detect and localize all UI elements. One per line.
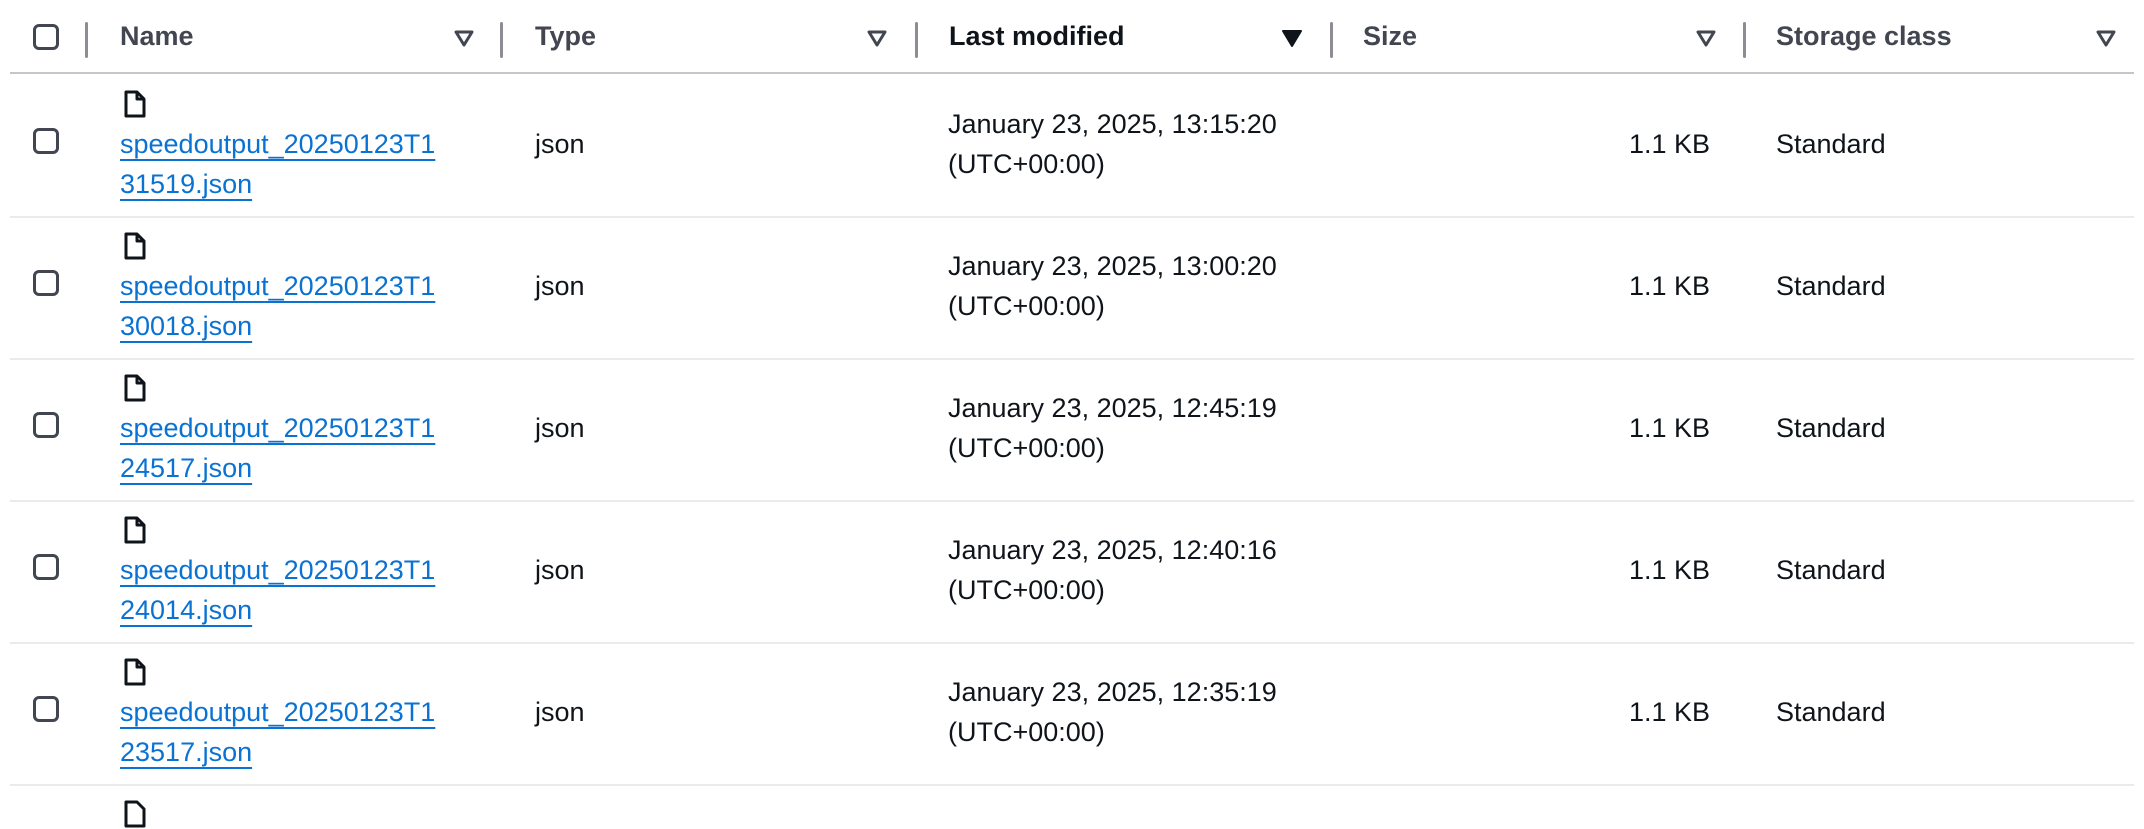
sort-caret-icon[interactable] [453,28,475,48]
column-divider[interactable] [85,22,88,58]
object-type: json [535,697,585,727]
column-header-last-modified[interactable]: Last modified [949,0,1125,72]
column-divider[interactable] [1743,22,1746,58]
object-name-link[interactable]: speedoutput_20250123T1 31519.json [120,124,480,204]
column-header-storage-class[interactable]: Storage class [1776,0,1952,72]
sort-descending-icon[interactable] [1281,28,1303,48]
object-name-line2: 30018.json [120,311,253,341]
object-last-modified: January 23, 2025, 12:35:19 (UTC+00:00) [948,672,1277,752]
last-modified-timezone: (UTC+00:00) [948,575,1105,605]
file-icon [124,374,146,402]
last-modified-date: January 23, 2025, 13:00:20 [948,251,1277,281]
object-size: 1.1 KB [1628,413,1710,443]
column-divider[interactable] [500,22,503,58]
object-size: 1.1 KB [1628,271,1710,301]
object-type: json [535,129,585,159]
object-last-modified: January 23, 2025, 13:00:20 (UTC+00:00) [948,246,1277,326]
object-name-line1: speedoutput_20250123T1 [120,555,436,585]
object-name-link[interactable]: speedoutput_20250123T1 24014.json [120,550,480,630]
table-row: speedoutput_20250123T1 24517.json json J… [10,358,2134,502]
last-modified-date: January 23, 2025, 13:15:20 [948,109,1277,139]
last-modified-date: January 23, 2025, 12:40:16 [948,535,1277,565]
object-name-link[interactable]: speedoutput_20250123T1 30018.json [120,266,480,346]
object-name-line2: 24517.json [120,453,253,483]
object-size: 1.1 KB [1628,129,1710,159]
column-header-type[interactable]: Type [535,0,596,72]
object-last-modified: January 23, 2025, 12:45:19 (UTC+00:00) [948,388,1277,468]
sort-caret-icon[interactable] [2095,28,2117,48]
file-icon [124,232,146,260]
object-name-line1: speedoutput_20250123T1 [120,697,436,727]
column-header-type-label: Type [535,20,597,51]
table-row: speedoutput_20250123T1 31519.json json J… [10,74,2134,218]
column-header-size-label: Size [1363,20,1418,51]
column-header-last-modified-label: Last modified [949,20,1125,51]
object-type: json [535,413,585,443]
column-header-name-label: Name [120,20,194,51]
object-name-line1: speedoutput_20250123T1 [120,271,436,301]
column-header-size[interactable]: Size [1363,0,1417,72]
object-name-line1: speedoutput_20250123T1 [120,129,436,159]
object-size: 1.1 KB [1628,697,1710,727]
object-storage-class: Standard [1776,271,1886,301]
object-name-line2: 23517.json [120,737,253,767]
last-modified-timezone: (UTC+00:00) [948,291,1105,321]
object-storage-class: Standard [1776,129,1886,159]
object-size: 1.1 KB [1628,555,1710,585]
table-row: speedoutput_20250123T1 30018.json json J… [10,216,2134,360]
sort-caret-icon[interactable] [1695,28,1717,48]
table-row: speedoutput_20250123T1 24014.json json J… [10,500,2134,644]
file-icon [124,658,146,686]
last-modified-date: January 23, 2025, 12:35:19 [948,677,1277,707]
last-modified-timezone: (UTC+00:00) [948,149,1105,179]
object-name-link[interactable]: speedoutput_20250123T1 24517.json [120,408,480,488]
column-header-name[interactable]: Name [120,0,194,72]
sort-caret-icon[interactable] [866,28,888,48]
object-name-line2: 31519.json [120,169,253,199]
object-last-modified: January 23, 2025, 12:40:16 (UTC+00:00) [948,530,1277,610]
file-icon [124,516,146,544]
last-modified-timezone: (UTC+00:00) [948,717,1105,747]
object-type: json [535,555,585,585]
row-select-checkbox[interactable] [33,128,59,154]
object-storage-class: Standard [1776,413,1886,443]
object-storage-class: Standard [1776,555,1886,585]
object-name-link[interactable]: speedoutput_20250123T1 23517.json [120,692,480,772]
file-icon [124,800,146,828]
object-last-modified: January 23, 2025, 13:15:20 (UTC+00:00) [948,104,1277,184]
row-select-checkbox[interactable] [33,554,59,580]
object-storage-class: Standard [1776,697,1886,727]
select-all-checkbox[interactable] [33,24,59,50]
table-header: Name Type Last modified Size Storage cla… [10,0,2134,74]
row-select-checkbox[interactable] [33,696,59,722]
object-type: json [535,271,585,301]
column-divider[interactable] [915,22,918,58]
row-select-checkbox[interactable] [33,412,59,438]
last-modified-date: January 23, 2025, 12:45:19 [948,393,1277,423]
table-row: speedoutput_20250123T1 23517.json json J… [10,642,2134,786]
object-name-line2: 24014.json [120,595,253,625]
objects-table: Name Type Last modified Size Storage cla… [0,0,2144,828]
file-icon [124,90,146,118]
column-divider[interactable] [1330,22,1333,58]
last-modified-timezone: (UTC+00:00) [948,433,1105,463]
object-name-line1: speedoutput_20250123T1 [120,413,436,443]
column-header-storage-class-label: Storage class [1776,20,1952,51]
row-select-checkbox[interactable] [33,270,59,296]
